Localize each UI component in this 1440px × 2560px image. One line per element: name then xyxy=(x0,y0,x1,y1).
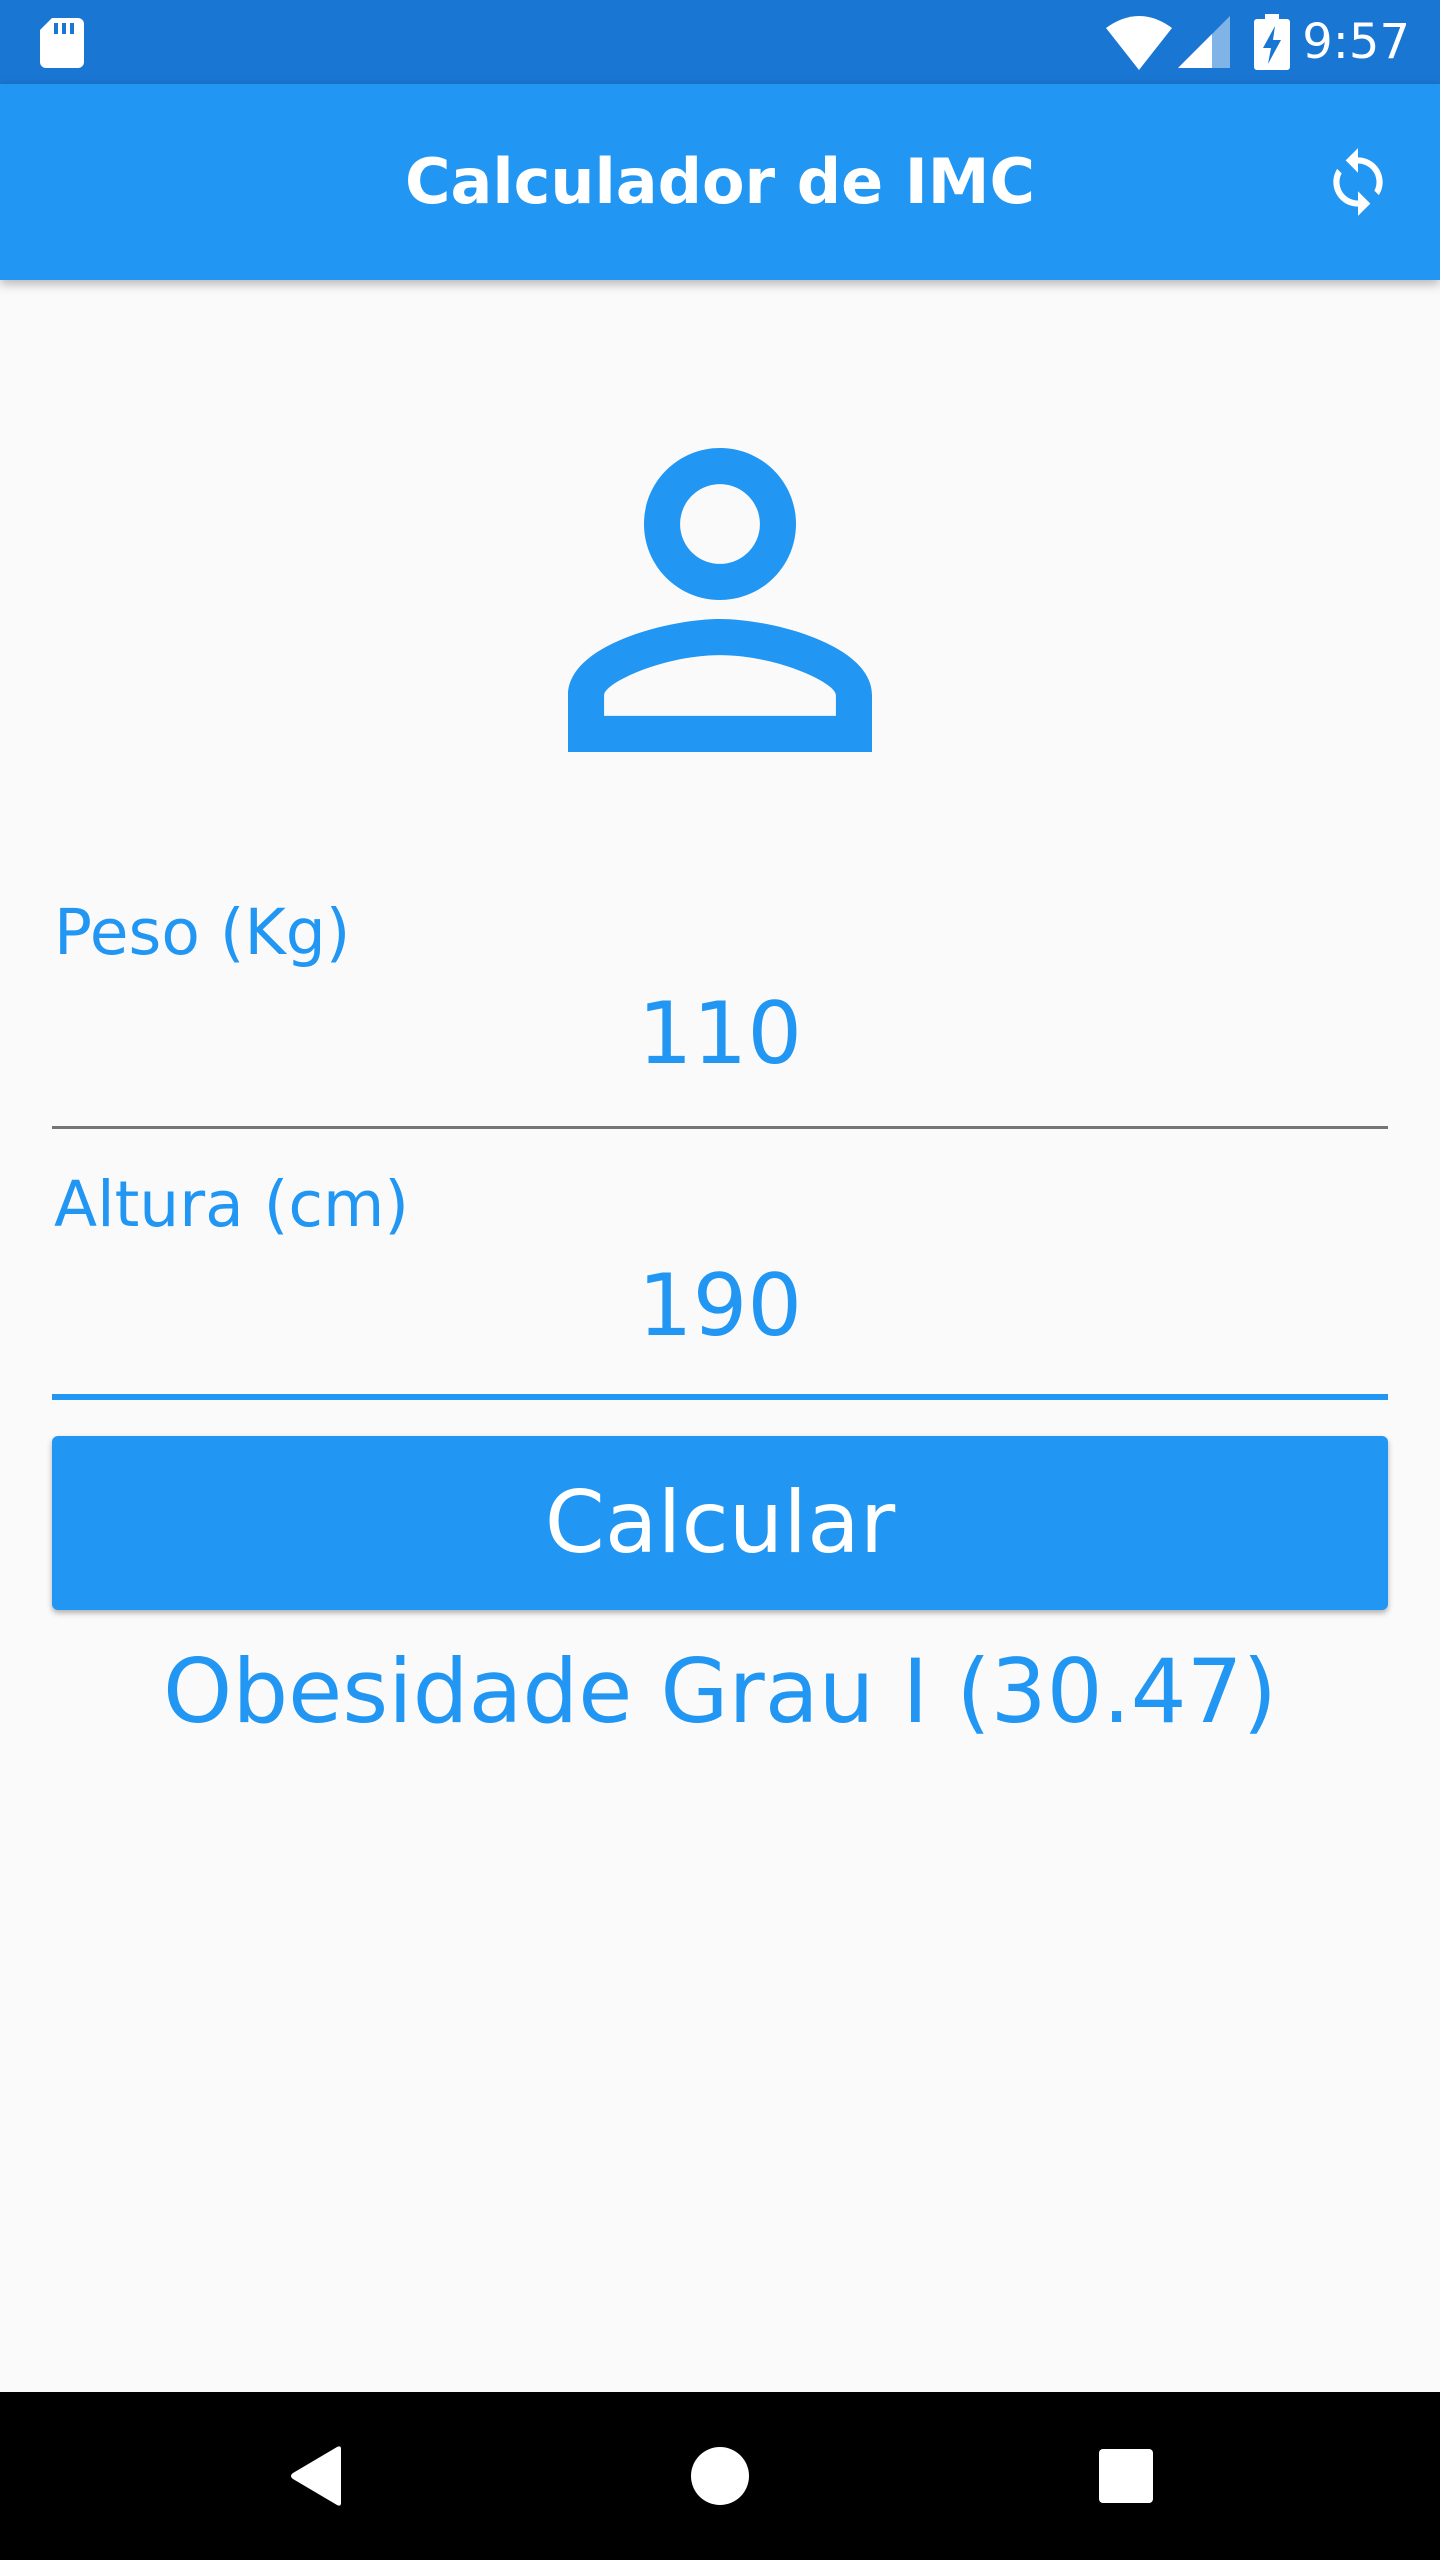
sd-card-icon xyxy=(40,18,84,68)
back-icon xyxy=(291,2446,341,2506)
height-field[interactable]: Altura (cm) 190 xyxy=(52,1168,1388,1404)
status-time: 9:57 xyxy=(1302,14,1410,70)
refresh-icon xyxy=(1333,148,1383,216)
weight-underline xyxy=(52,1126,1388,1129)
recents-icon xyxy=(1099,2449,1153,2503)
status-bar: 9:57 xyxy=(0,0,1440,84)
battery-charging-icon xyxy=(1254,14,1290,70)
result-text: Obesidade Grau I (30.47) xyxy=(163,1640,1277,1743)
weight-label: Peso (Kg) xyxy=(54,896,351,969)
recents-button[interactable] xyxy=(1066,2416,1186,2536)
app-title: Calculador de IMC xyxy=(405,145,1035,218)
height-input[interactable]: 190 xyxy=(52,1256,1388,1356)
wifi-icon xyxy=(1106,16,1172,70)
home-icon xyxy=(691,2447,749,2505)
back-button[interactable] xyxy=(256,2416,376,2536)
weight-input[interactable]: 110 xyxy=(52,984,1388,1084)
cell-signal-icon xyxy=(1178,16,1230,68)
height-underline xyxy=(52,1394,1388,1400)
person-outline-icon xyxy=(568,448,872,752)
home-button[interactable] xyxy=(660,2416,780,2536)
refresh-button[interactable] xyxy=(1300,124,1416,240)
app-bar: Calculador de IMC xyxy=(0,84,1440,280)
navigation-bar xyxy=(0,2392,1440,2560)
weight-field[interactable]: Peso (Kg) 110 xyxy=(52,896,1388,1132)
calculate-button[interactable]: Calcular xyxy=(52,1436,1388,1610)
height-label: Altura (cm) xyxy=(54,1168,409,1241)
